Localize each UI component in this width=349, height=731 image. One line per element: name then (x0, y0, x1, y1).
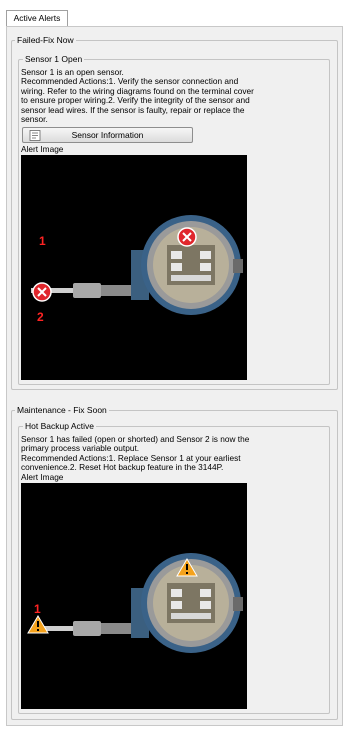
marker-label-1: 1 (39, 234, 46, 248)
transmitter-illustration (31, 215, 243, 315)
button-label: Sensor Information (71, 130, 144, 140)
hot-backup-alert: Hot Backup Active Sensor 1 has failed (o… (18, 421, 330, 714)
alert-image: 1 2 (21, 155, 247, 380)
description-line: sensor. (21, 114, 48, 125)
alert-description: Sensor 1 is an open sensor. Recommended … (21, 67, 329, 125)
tab-bar: Active Alerts (0, 0, 349, 27)
alert-image-label: Alert Image (21, 144, 64, 154)
alert-title: Sensor 1 Open (23, 54, 85, 64)
alert-image-label: Alert Image (21, 472, 64, 482)
transmitter-illustration (27, 553, 243, 653)
description-line: sensor lead wires. If the sensor is faul… (21, 104, 245, 115)
group-title: Maintenance - Fix Soon (15, 405, 109, 415)
marker-label-2: 2 (37, 310, 44, 324)
alert-title: Hot Backup Active (23, 421, 96, 431)
tab-active-alerts[interactable]: Active Alerts (6, 10, 68, 27)
group-title: Failed-Fix Now (15, 35, 76, 45)
maintenance-fix-soon-group: Maintenance - Fix Soon Hot Backup Active… (11, 405, 338, 720)
description-line: convenience.2. Reset Hot backup feature … (21, 462, 224, 473)
marker-label-1: 1 (34, 602, 41, 616)
failed-fix-now-group: Failed-Fix Now Sensor 1 Open Sensor 1 is… (11, 35, 338, 390)
sensor-information-button[interactable]: Sensor Information (22, 127, 193, 143)
alert-image: 1 (21, 483, 247, 709)
sensor-open-alert: Sensor 1 Open Sensor 1 is an open sensor… (18, 54, 330, 385)
alerts-panel: Failed-Fix Now Sensor 1 Open Sensor 1 is… (6, 26, 343, 726)
alert-description: Sensor 1 has failed (open or shorted) an… (21, 434, 329, 473)
